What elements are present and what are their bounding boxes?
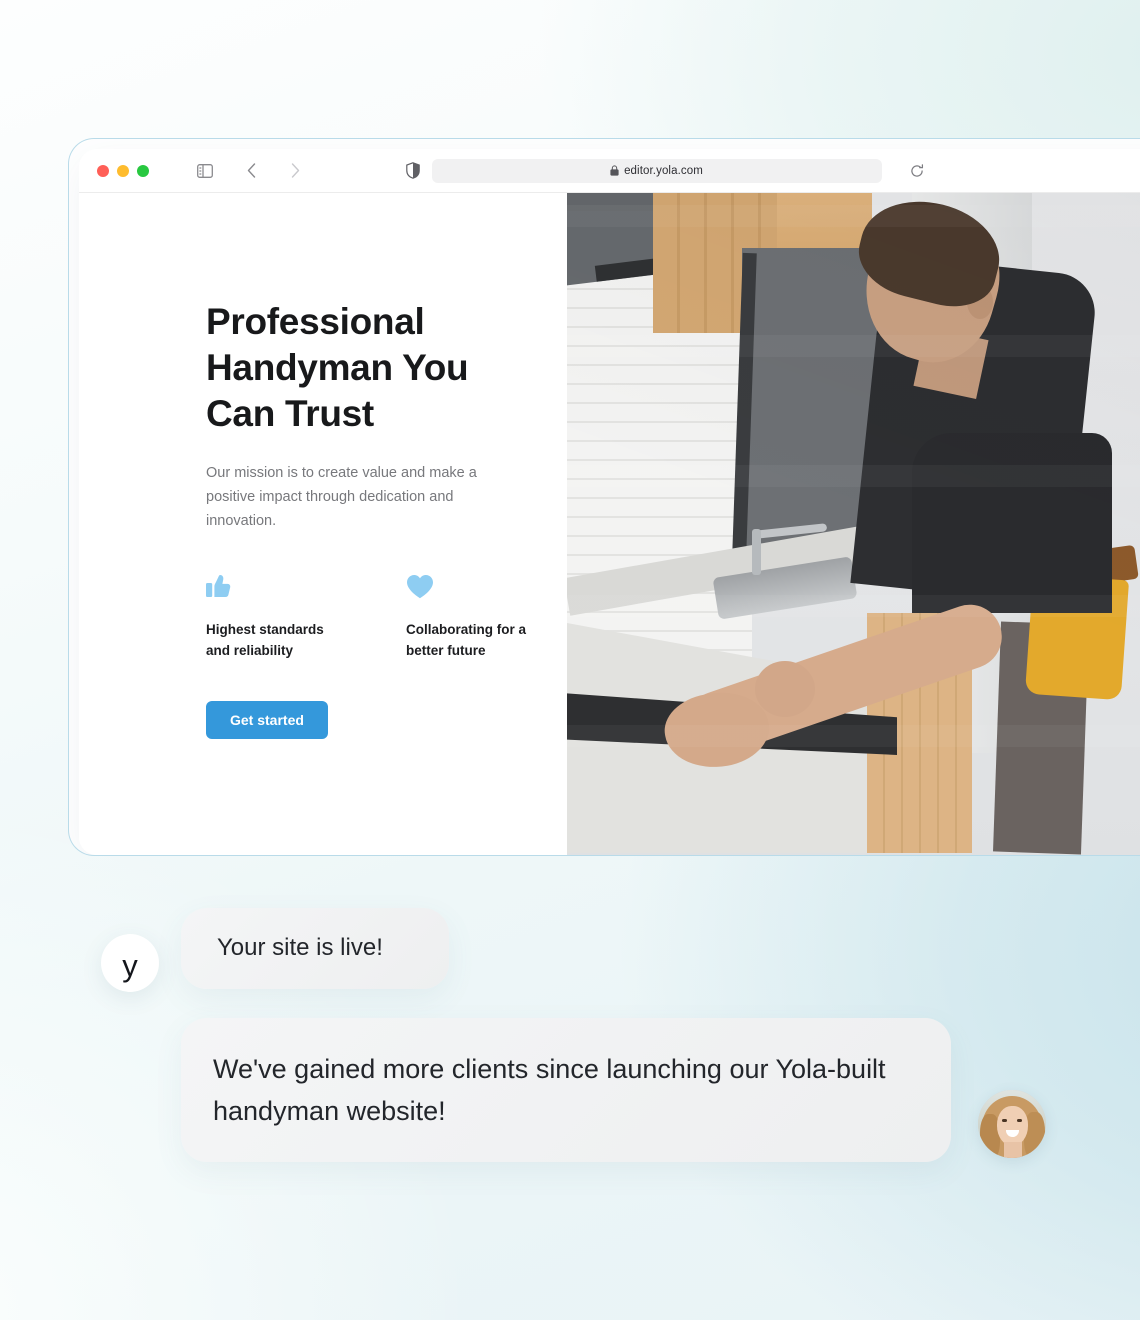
navigation-controls: [191, 157, 309, 185]
window-controls: [97, 164, 149, 177]
hero-text-column: Professional Handyman You Can Trust Our …: [79, 193, 567, 855]
chat-row-customer: We've gained more clients since launchin…: [0, 1018, 1140, 1162]
chat-message-text: We've gained more clients since launchin…: [213, 1054, 886, 1126]
chat-bubble-yola: Your site is live!: [181, 908, 449, 989]
get-started-button[interactable]: Get started: [206, 701, 328, 739]
feature-item-standards: Highest standards and reliability: [206, 569, 346, 661]
hero-title: Professional Handyman You Can Trust: [206, 301, 469, 434]
chat-message-text: Your site is live!: [217, 934, 383, 961]
chat-section: y Your site is live! We've gained more c…: [0, 896, 1140, 1162]
website-preview: Professional Handyman You Can Trust Our …: [79, 193, 1140, 855]
hero-subtitle: Our mission is to create value and make …: [206, 465, 477, 529]
heart-icon: [406, 569, 546, 599]
address-bar-group: editor.yola.com: [405, 158, 923, 183]
back-chevron-icon[interactable]: [237, 157, 265, 185]
feature-item-collaboration: Collaborating for a better future: [406, 569, 546, 661]
browser-window: editor.yola.com Professional Handyman Yo…: [68, 138, 1140, 856]
hero-feature-list: Highest standards and reliability Collab…: [206, 569, 567, 661]
sidebar-toggle-icon[interactable]: [191, 157, 219, 185]
close-window-button[interactable]: [97, 164, 109, 177]
maximize-window-button[interactable]: [137, 164, 149, 177]
thumbs-up-icon: [206, 569, 346, 599]
browser-toolbar: editor.yola.com: [79, 149, 1140, 193]
feature-label: Collaborating for a better future: [406, 622, 527, 658]
customer-avatar: [978, 1090, 1046, 1158]
reload-icon[interactable]: [910, 163, 924, 178]
hero-photo: [567, 193, 1140, 855]
lock-icon: [610, 165, 619, 176]
yola-logo-letter: y: [122, 947, 138, 983]
chat-row-yola: y Your site is live!: [0, 896, 1140, 992]
url-input[interactable]: editor.yola.com: [431, 158, 923, 183]
chat-bubble-customer: We've gained more clients since launchin…: [181, 1018, 951, 1162]
feature-label: Highest standards and reliability: [206, 622, 324, 658]
shield-icon[interactable]: [405, 162, 420, 179]
url-text: editor.yola.com: [624, 164, 703, 177]
minimize-window-button[interactable]: [117, 164, 129, 177]
yola-logo-avatar: y: [101, 934, 159, 992]
browser-window-inner: editor.yola.com Professional Handyman Yo…: [79, 149, 1140, 855]
forward-chevron-icon[interactable]: [281, 157, 309, 185]
